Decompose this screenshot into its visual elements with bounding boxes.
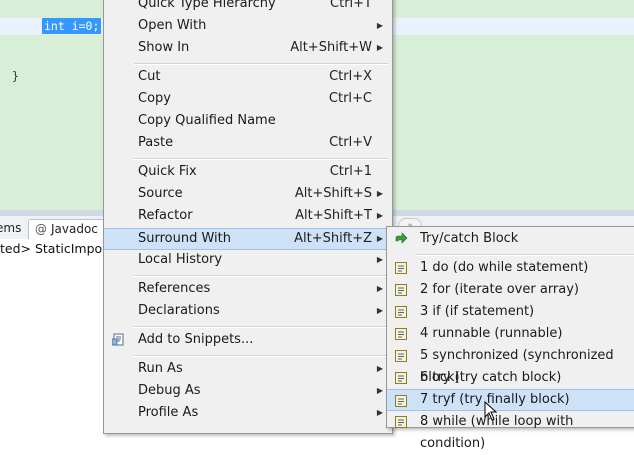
menu-item-label: Quick Fix [138, 164, 197, 179]
menu-item-cut[interactable]: Cut Ctrl+X [104, 66, 392, 88]
menu-item-accelerator: Ctrl+C [328, 91, 372, 106]
menu-item-label: Declarations [138, 303, 220, 318]
template-icon [395, 328, 407, 340]
menu-item-add-to-snippets[interactable]: Add to Snippets... [104, 329, 392, 351]
tab-problems-label: ems [0, 221, 22, 235]
template-icon [395, 306, 407, 318]
menu-separator [134, 275, 388, 277]
menu-item-label: Open With [138, 18, 207, 33]
menu-item-accelerator: Alt+Shift+W [290, 40, 372, 55]
submenu-item-synchronized[interactable]: 5 synchronized (synchronized block) [387, 345, 634, 385]
tab-problems[interactable]: ems [0, 219, 21, 238]
submenu-arrow-icon: ▶ [376, 189, 383, 198]
menu-item-accelerator: Alt+Shift+T [295, 208, 372, 223]
menu-separator [134, 158, 388, 160]
at-icon: @ [35, 222, 47, 236]
green-arrow-icon [395, 232, 408, 244]
submenu-arrow-icon: ▶ [376, 211, 383, 220]
menu-item-label: Run As [138, 361, 183, 376]
menu-item-source[interactable]: Source Alt+Shift+S ▶ [104, 183, 392, 205]
menu-item-references[interactable]: References ▶ [104, 278, 392, 300]
surround-with-submenu: Try/catch Block 1 do (do while statement… [386, 226, 634, 451]
selected-code[interactable]: int i=0; [42, 18, 102, 34]
template-icon [395, 372, 407, 384]
menu-item-copy-qualified-name[interactable]: Copy Qualified Name [104, 110, 392, 132]
menu-item-run-as[interactable]: Run As ▶ [104, 358, 392, 380]
menu-item-label: Debug As [138, 383, 201, 398]
submenu-item-tryf[interactable]: 7 tryf (try finally block) [387, 389, 634, 411]
menu-item-label: Copy Qualified Name [138, 113, 276, 128]
menu-item-quick-type-hierarchy[interactable]: Quick Type Hierarchy Ctrl+T [104, 0, 392, 15]
menu-item-declarations[interactable]: Declarations ▶ [104, 300, 392, 322]
menu-item-label: Quick Type Hierarchy [138, 0, 276, 11]
snippets-icon [112, 333, 124, 346]
submenu-item-label: 3 if (if statement) [420, 304, 535, 319]
submenu-item-label: 6 try (try catch block) [420, 370, 562, 385]
submenu-item-runnable[interactable]: 4 runnable (runnable) [387, 323, 634, 345]
menu-separator [134, 63, 388, 65]
submenu-arrow-icon: ▶ [376, 255, 383, 264]
menu-item-label: Paste [138, 135, 174, 150]
menu-item-label: Source [138, 186, 183, 201]
menu-item-label: Cut [138, 69, 161, 84]
console-header-text: ted> StaticImport [0, 241, 113, 256]
menu-separator [134, 355, 388, 357]
submenu-item-label: 1 do (do while statement) [420, 260, 589, 275]
menu-item-copy[interactable]: Copy Ctrl+C [104, 88, 392, 110]
submenu-item-try[interactable]: 6 try (try catch block) [387, 367, 634, 389]
menu-item-quick-fix[interactable]: Quick Fix Ctrl+1 [104, 161, 392, 183]
menu-item-label: Add to Snippets... [138, 332, 254, 347]
menu-item-accelerator: Ctrl+T [330, 0, 372, 11]
submenu-item-for[interactable]: 2 for (iterate over array) [387, 279, 634, 301]
menu-separator [134, 326, 388, 328]
menu-item-label: Copy [138, 91, 171, 106]
template-icon [395, 262, 407, 274]
submenu-item-label: 2 for (iterate over array) [420, 282, 580, 297]
menu-item-accelerator: Ctrl+V [329, 135, 372, 150]
submenu-item-try-catch-block[interactable]: Try/catch Block [387, 228, 634, 250]
mouse-cursor-icon [484, 401, 498, 421]
menu-item-label: Surround With [138, 231, 231, 246]
template-icon [395, 395, 407, 407]
menu-separator [417, 254, 634, 256]
menu-item-accelerator: Alt+Shift+Z [294, 231, 372, 246]
menu-item-paste[interactable]: Paste Ctrl+V [104, 132, 392, 154]
tab-javadoc[interactable]: @ Javadoc [28, 219, 105, 239]
submenu-arrow-icon: ▶ [376, 364, 383, 373]
menu-item-label: Show In [138, 40, 190, 55]
submenu-item-label: Try/catch Block [420, 231, 519, 246]
submenu-arrow-icon: ▶ [376, 43, 383, 52]
submenu-arrow-icon: ▶ [376, 234, 383, 243]
submenu-item-if[interactable]: 3 if (if statement) [387, 301, 634, 323]
template-icon [395, 416, 407, 428]
submenu-item-label: 4 runnable (runnable) [420, 326, 563, 341]
menu-item-surround-with[interactable]: Surround With Alt+Shift+Z ▶ [104, 228, 392, 250]
submenu-item-while[interactable]: 8 while (while loop with condition) [387, 411, 634, 451]
submenu-arrow-icon: ▶ [376, 386, 383, 395]
context-menu: Quick Type Hierarchy Ctrl+T Open With ▶ … [103, 0, 393, 434]
submenu-arrow-icon: ▶ [376, 306, 383, 315]
submenu-item-do[interactable]: 1 do (do while statement) [387, 257, 634, 279]
menu-item-local-history[interactable]: Local History ▶ [104, 249, 392, 271]
menu-item-refactor[interactable]: Refactor Alt+Shift+T ▶ [104, 205, 392, 227]
menu-item-show-in[interactable]: Show In Alt+Shift+W ▶ [104, 37, 392, 59]
submenu-arrow-icon: ▶ [376, 284, 383, 293]
menu-item-label: Local History [138, 252, 223, 267]
menu-item-accelerator: Alt+Shift+S [294, 186, 372, 201]
menu-item-debug-as[interactable]: Debug As ▶ [104, 380, 392, 402]
menu-item-accelerator: Ctrl+1 [329, 164, 372, 179]
menu-item-label: Refactor [138, 208, 193, 223]
template-icon [395, 350, 407, 362]
menu-item-accelerator: Ctrl+X [329, 69, 372, 84]
menu-item-open-with[interactable]: Open With ▶ [104, 15, 392, 37]
closing-brace: } [12, 69, 19, 83]
template-icon [395, 284, 407, 296]
submenu-item-label: 8 while (while loop with condition) [420, 414, 574, 451]
menu-item-label: References [138, 281, 211, 296]
tab-javadoc-label: Javadoc [51, 222, 98, 236]
submenu-arrow-icon: ▶ [376, 21, 383, 30]
